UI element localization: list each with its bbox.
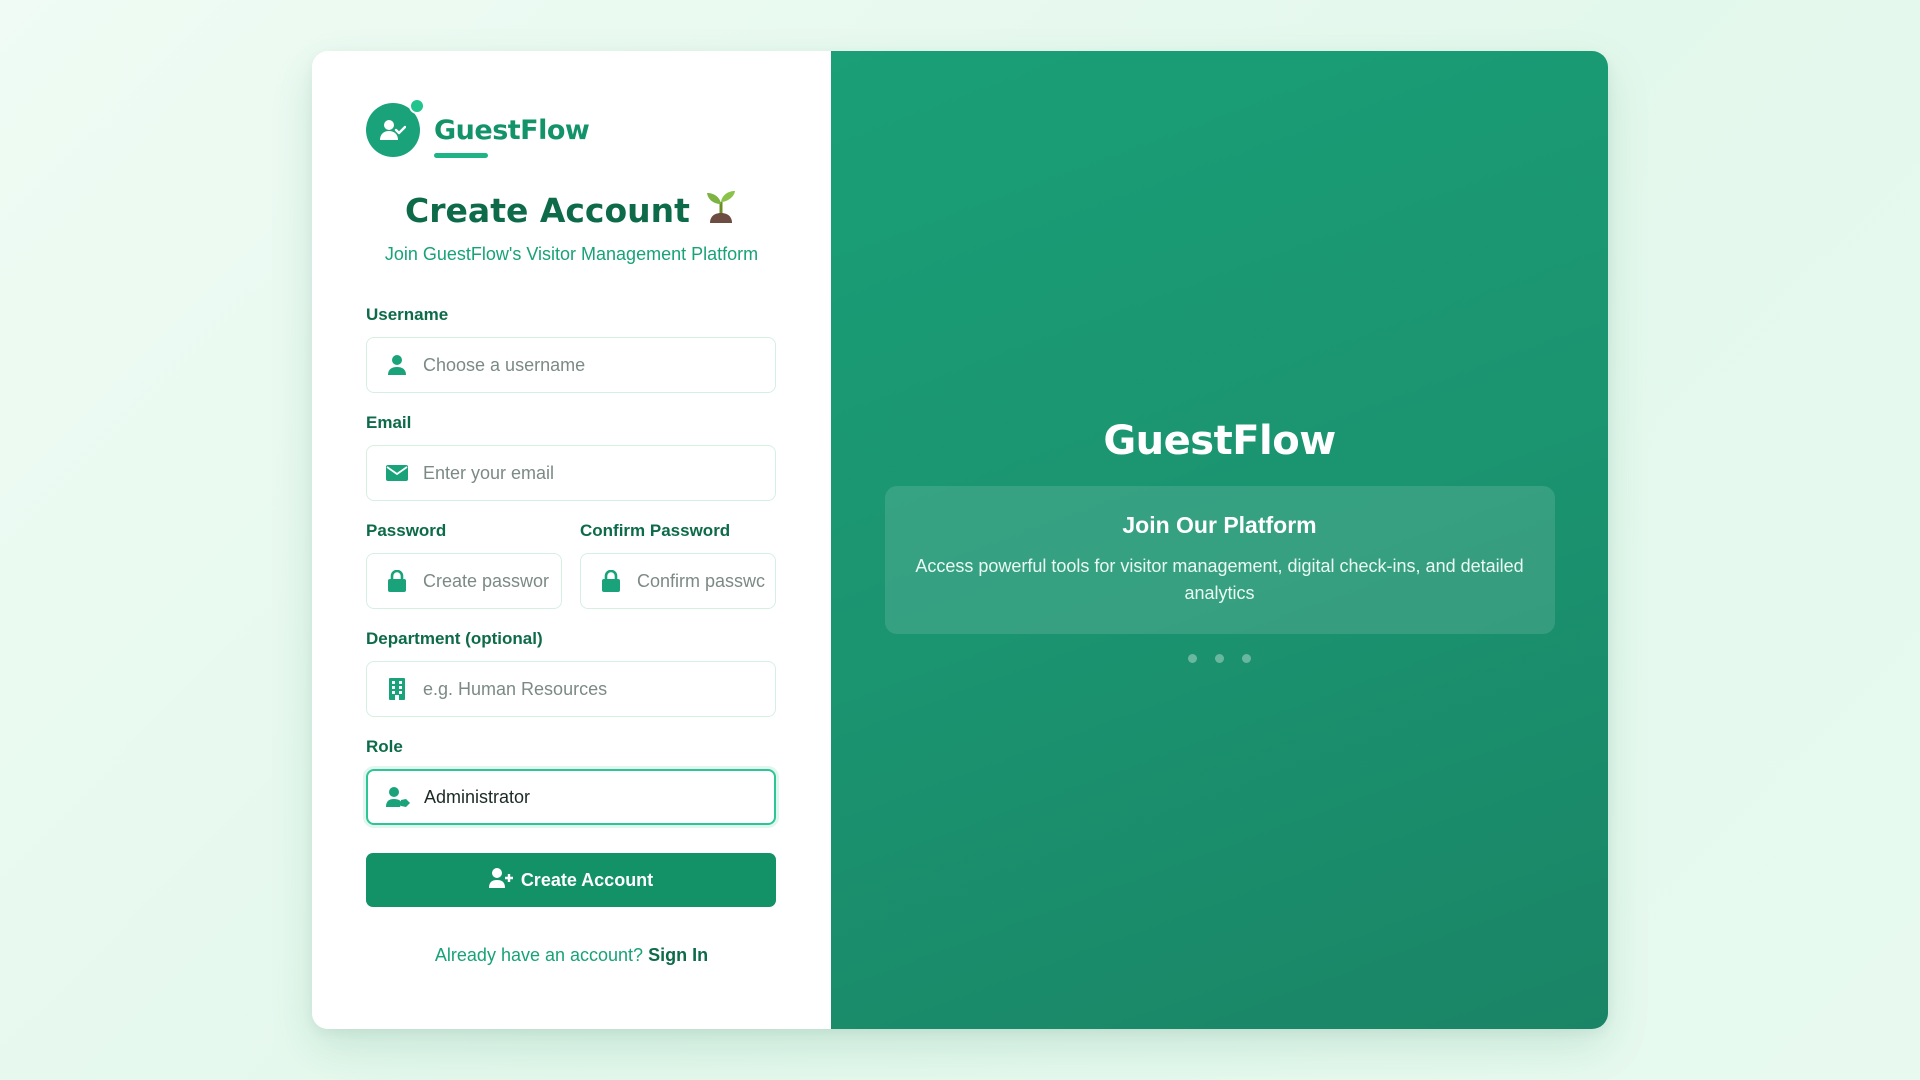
brand-name: GuestFlow [434, 115, 590, 158]
feature-card-title: Join Our Platform [1122, 512, 1317, 538]
role-label: Role [366, 737, 403, 756]
role-select[interactable]: Administrator [366, 769, 776, 825]
building-icon [385, 677, 409, 701]
status-dot [409, 98, 425, 114]
user-check-icon [366, 98, 425, 157]
carousel-dots [1188, 653, 1251, 663]
signup-card: GuestFlow Create Account Join GuestFlow'… [312, 51, 1608, 1029]
page-title: Create Account [405, 188, 738, 232]
seedling-icon [704, 188, 738, 232]
form-panel: GuestFlow Create Account Join GuestFlow'… [312, 51, 831, 1029]
role-group: Role Administrator [366, 737, 777, 825]
password-placeholder: Create passwor [423, 570, 550, 591]
lock-icon [599, 569, 623, 593]
confirm-password-input[interactable]: Confirm passwc [580, 553, 776, 609]
envelope-icon [385, 461, 409, 485]
confirm-password-label: Confirm Password [580, 521, 731, 540]
email-placeholder: Enter your email [423, 462, 555, 483]
carousel-dot-3[interactable] [1242, 653, 1251, 663]
username-input[interactable]: Choose a username [366, 337, 776, 393]
department-label: Department (optional) [366, 629, 543, 648]
password-label: Password [366, 521, 447, 540]
create-account-button[interactable]: Create Account [366, 853, 776, 907]
brand-underline [434, 152, 488, 158]
carousel-dot-1[interactable] [1188, 653, 1197, 663]
department-placeholder: e.g. Human Resources [423, 678, 608, 699]
username-placeholder: Choose a username [423, 354, 586, 375]
logo: GuestFlow [366, 98, 777, 158]
username-label: Username [366, 305, 449, 324]
hero-panel: GuestFlow Join Our Platform Access power… [831, 51, 1608, 1029]
password-row: Password Create passwor Confirm Password [366, 521, 777, 609]
hero-title: GuestFlow [1103, 417, 1336, 464]
email-group: Email Enter your email [366, 413, 777, 501]
lock-icon [385, 569, 409, 593]
department-group: Department (optional) e.g. Human Resourc… [366, 629, 777, 717]
role-value: Administrator [424, 786, 531, 807]
feature-card-text: Access powerful tools for visitor manage… [915, 556, 1524, 603]
carousel-dot-2[interactable] [1215, 653, 1224, 663]
password-group: Password Create passwor [366, 521, 562, 609]
page-subtitle: Join GuestFlow's Visitor Management Plat… [384, 244, 759, 264]
username-group: Username Choose a username [366, 305, 777, 393]
confirm-password-group: Confirm Password Confirm passwc [580, 521, 776, 609]
page-title-text: Create Account [405, 190, 690, 230]
create-account-label: Create Account [520, 869, 654, 890]
page-heading: Create Account Join GuestFlow's Visitor … [366, 188, 777, 265]
signup-form: Username Choose a username Email Enter y… [366, 305, 777, 966]
signin-prompt-text: Already have an account? [434, 945, 644, 965]
feature-card: Join Our Platform Access powerful tools … [884, 485, 1555, 634]
email-input[interactable]: Enter your email [366, 445, 776, 501]
department-input[interactable]: e.g. Human Resources [366, 661, 776, 717]
user-plus-icon [488, 867, 513, 893]
signin-prompt: Already have an account? Sign In [366, 945, 777, 966]
sign-in-link[interactable]: Sign In [648, 945, 708, 965]
confirm-password-placeholder: Confirm passwc [637, 570, 766, 591]
email-label: Email [366, 413, 412, 432]
password-input[interactable]: Create passwor [366, 553, 562, 609]
user-icon [385, 353, 409, 377]
user-tag-icon [386, 785, 410, 809]
